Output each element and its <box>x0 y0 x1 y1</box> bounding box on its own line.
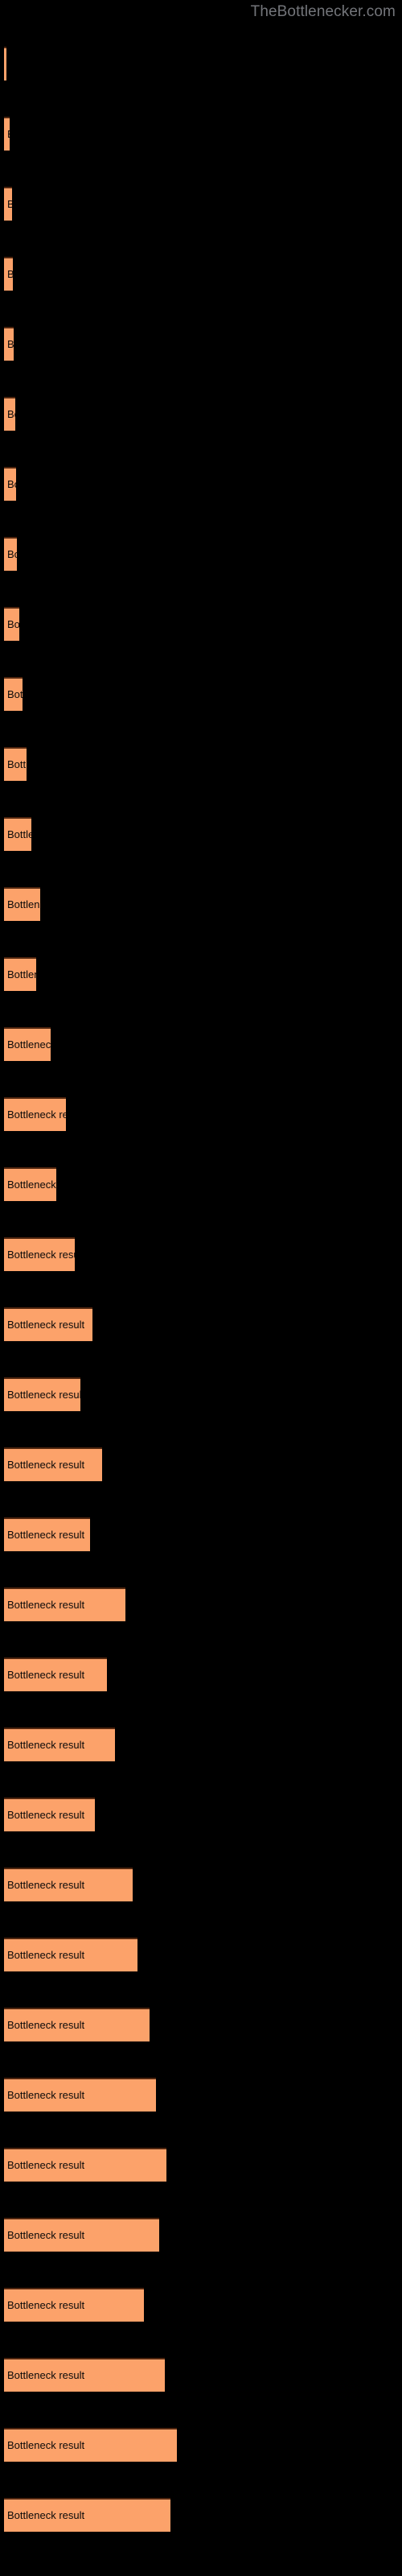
bar-24: Bottleneck result <box>4 1657 107 1691</box>
bar-label: Bottleneck result <box>7 1949 85 1961</box>
bar-36: Bottleneck result <box>4 2498 170 2532</box>
bar-8: Bottleneck result <box>4 537 17 571</box>
bar-34: Bottleneck result <box>4 2358 165 2392</box>
bar-5: Bottleneck result <box>4 327 14 361</box>
bar-label: Bottleneck result <box>7 898 40 910</box>
bar-2: Bottleneck result <box>4 117 10 151</box>
bar-label: Bottleneck result <box>7 1599 85 1611</box>
bar-16: Bottleneck result <box>4 1097 66 1131</box>
bar-32: Bottleneck result <box>4 2218 159 2252</box>
bar-20: Bottleneck result <box>4 1377 80 1411</box>
bar-19: Bottleneck result <box>4 1307 92 1341</box>
page-root: TheBottlenecker.com Bottleneck resultBot… <box>0 0 402 2576</box>
bar-12: Bottleneck result <box>4 817 31 851</box>
bar-label: Bottleneck result <box>7 338 14 350</box>
bar-11: Bottleneck result <box>4 747 27 781</box>
bar-label: Bottleneck result <box>7 758 27 770</box>
bar-label: Bottleneck result <box>7 1809 85 1821</box>
bar-label: Bottleneck result <box>7 478 16 490</box>
bar-27: Bottleneck result <box>4 1868 133 1901</box>
bar-label: Bottleneck result <box>7 2369 85 2381</box>
bar-label: Bottleneck result <box>7 2299 85 2311</box>
bar-33: Bottleneck result <box>4 2288 144 2322</box>
bar-7: Bottleneck result <box>4 467 16 501</box>
bar-label: Bottleneck result <box>7 1249 75 1261</box>
bar-label: Bottleneck result <box>7 618 19 630</box>
bar-label: Bottleneck result <box>7 408 15 420</box>
bar-18: Bottleneck result <box>4 1237 75 1271</box>
bar-25: Bottleneck result <box>4 1728 115 1761</box>
bar-label: Bottleneck result <box>7 1529 85 1541</box>
bar-label: Bottleneck result <box>7 2159 85 2171</box>
bar-4: Bottleneck result <box>4 257 13 291</box>
bar-23: Bottleneck result <box>4 1587 125 1621</box>
bar-22: Bottleneck result <box>4 1517 90 1551</box>
bar-label: Bottleneck result <box>7 1108 66 1121</box>
bar-label: Bottleneck result <box>7 2089 85 2101</box>
bar-17: Bottleneck result <box>4 1167 56 1201</box>
bar-label: Bottleneck result <box>7 1879 85 1891</box>
bar-label: Bottleneck result <box>7 2439 85 2451</box>
bar-15: Bottleneck result <box>4 1027 51 1061</box>
bar-1: Bottleneck result <box>4 47 6 80</box>
bar-label: Bottleneck result <box>7 188 12 221</box>
bar-14: Bottleneck result <box>4 957 36 991</box>
bar-label: Bottleneck result <box>7 1669 85 1681</box>
bar-31: Bottleneck result <box>4 2148 166 2182</box>
bar-chart-plot-area: Bottleneck result Bottleneck result Bottle… <box>0 0 402 2576</box>
bar-label: Bottleneck result <box>7 1179 56 1191</box>
bar-label: Bottleneck result <box>7 118 10 151</box>
bar-label: Bottleneck result <box>7 1389 80 1401</box>
bar-label: Bottleneck result <box>7 1038 51 1051</box>
bar-28: Bottleneck result <box>4 1938 137 1971</box>
bar-35: Bottleneck result <box>4 2428 177 2462</box>
bar-label: Bottleneck result <box>7 2509 85 2521</box>
bar-21: Bottleneck result <box>4 1447 102 1481</box>
bar-6: Bottleneck result <box>4 397 15 431</box>
bar-label: Bottleneck result <box>7 548 17 560</box>
bar-label: Bottleneck result <box>7 1459 85 1471</box>
bar-label: Bottleneck result <box>7 828 31 840</box>
bar-10: Bottleneck result <box>4 677 23 711</box>
bar-9: Bottleneck result <box>4 607 19 641</box>
bar-label: Bottleneck result <box>7 1739 85 1751</box>
bar-29: Bottleneck result <box>4 2008 150 2041</box>
bar-30: Bottleneck result <box>4 2078 156 2112</box>
bar-label: Bottleneck result <box>7 258 13 291</box>
bar-3: Bottleneck result <box>4 187 12 221</box>
bar-label: Bottleneck result <box>7 968 36 980</box>
bar-label: Bottleneck result <box>7 688 23 700</box>
bar-label: Bottleneck result <box>7 1319 85 1331</box>
bar-label: Bottleneck result <box>7 2019 85 2031</box>
bar-26: Bottleneck result <box>4 1798 95 1831</box>
bar-13: Bottleneck result <box>4 887 40 921</box>
bar-label: Bottleneck result <box>7 2229 85 2241</box>
